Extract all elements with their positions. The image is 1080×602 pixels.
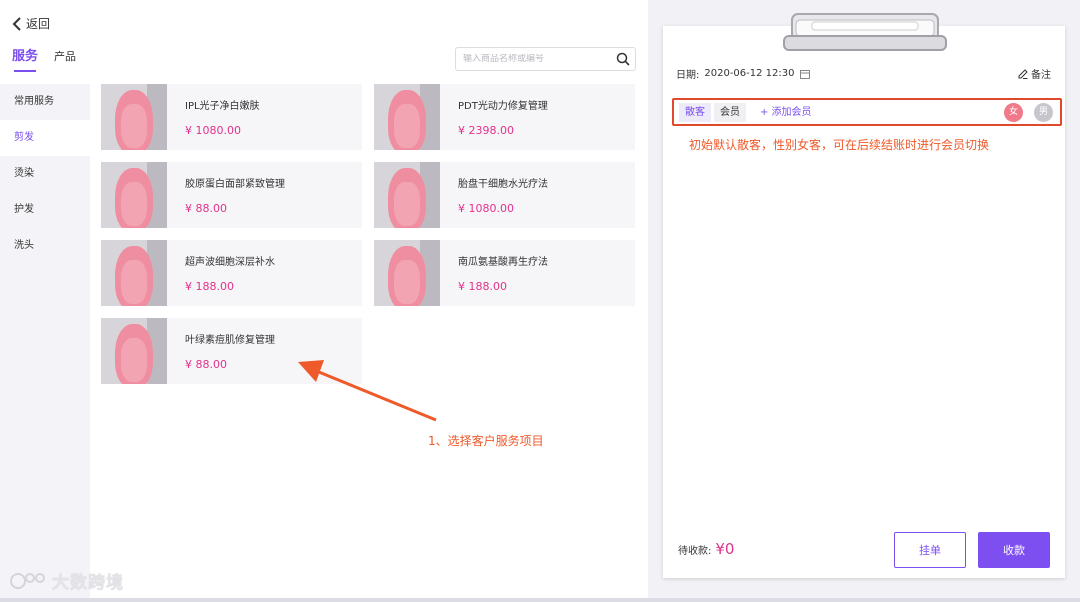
annotation-arrow-icon: [298, 360, 437, 422]
remark-label: 备注: [1031, 70, 1051, 81]
search-box: [455, 47, 636, 71]
remark-button[interactable]: 备注: [1018, 66, 1051, 81]
product-price: ¥ 2398.00: [458, 124, 514, 137]
sidebar-item-wash[interactable]: 洗头: [0, 228, 90, 264]
product-panel: 返回 服务 产品 常用服务 剪发 烫染 护发 洗头 IPL光子净白嫩肤 ¥ 108…: [0, 0, 648, 598]
back-button[interactable]: 返回: [12, 15, 50, 32]
product-card[interactable]: 胎盘干细胞水光疗法 ¥ 1080.00: [374, 162, 635, 228]
product-name: 叶绿素痘肌修复管理: [185, 335, 275, 346]
product-price: ¥ 188.00: [185, 280, 234, 293]
product-name: 超声波细胞深层补水: [185, 257, 275, 268]
date-label: 日期:: [676, 70, 700, 81]
sidebar-item-hair-care[interactable]: 护发: [0, 192, 90, 228]
tab-product[interactable]: 产品: [54, 48, 76, 72]
product-image: [374, 84, 440, 150]
product-name: 胎盘干细胞水光疗法: [458, 179, 548, 190]
product-name: PDT光动力修复管理: [458, 101, 548, 112]
product-name: IPL光子净白嫩肤: [185, 101, 260, 112]
chevron-left-icon: [12, 16, 21, 31]
product-image: [101, 84, 167, 150]
sidebar-item-common[interactable]: 常用服务: [0, 84, 90, 120]
product-image: [101, 318, 167, 384]
gender-male-toggle[interactable]: 男: [1034, 103, 1053, 122]
product-grid: IPL光子净白嫩肤 ¥ 1080.00 PDT光动力修复管理 ¥ 2398.00 胶…: [101, 84, 641, 384]
category-tabs: 服务 产品: [12, 45, 76, 72]
product-card[interactable]: 胶原蛋白面部紧致管理 ¥ 88.00: [101, 162, 362, 228]
step-annotation: 1、选择客户服务项目: [428, 434, 544, 448]
back-label: 返回: [26, 17, 51, 31]
search-input[interactable]: [463, 54, 613, 64]
watermark-logo-icon: [10, 572, 45, 589]
sidebar-item-perm-dye[interactable]: 烫染: [0, 156, 90, 192]
product-image: [101, 162, 167, 228]
customer-type-member[interactable]: 会员: [714, 103, 746, 122]
pending-payment: 待收款: ¥0: [678, 540, 734, 558]
customer-type-walkin[interactable]: 散客: [679, 103, 711, 122]
gender-female-toggle[interactable]: 女: [1004, 103, 1023, 122]
watermark-text: 大数跨境: [52, 573, 124, 593]
pending-label: 待收款:: [678, 546, 712, 557]
product-image: [101, 240, 167, 306]
hold-order-button[interactable]: 挂单: [894, 532, 966, 568]
product-price: ¥ 1080.00: [185, 124, 241, 137]
watermark: 大数跨境: [8, 568, 124, 593]
product-card[interactable]: PDT光动力修复管理 ¥ 2398.00: [374, 84, 635, 150]
add-member-button[interactable]: + 添加会员: [760, 103, 812, 122]
customer-annotation: 初始默认散客，性别女客，可在后续结账时进行会员切换: [689, 138, 990, 152]
calendar-icon[interactable]: [799, 69, 810, 79]
sidebar-item-haircut[interactable]: 剪发: [0, 120, 90, 156]
category-sidebar: 常用服务 剪发 烫染 护发 洗头: [0, 84, 90, 598]
customer-selector: 散客 会员 + 添加会员 女 男: [672, 98, 1062, 126]
product-card[interactable]: IPL光子净白嫩肤 ¥ 1080.00: [101, 84, 362, 150]
product-card[interactable]: 南瓜氨基酸再生疗法 ¥ 188.00: [374, 240, 635, 306]
tab-service[interactable]: 服务: [12, 45, 38, 72]
order-date[interactable]: 日期: 2020-06-12 12:30: [676, 66, 810, 81]
product-name: 南瓜氨基酸再生疗法: [458, 257, 548, 268]
product-card[interactable]: 超声波细胞深层补水 ¥ 188.00: [101, 240, 362, 306]
product-image: [374, 240, 440, 306]
product-price: ¥ 188.00: [458, 280, 507, 293]
date-value: 2020-06-12 12:30: [704, 68, 795, 79]
clipboard-clip-icon: [783, 13, 947, 51]
search-icon[interactable]: [616, 52, 630, 66]
pending-amount: ¥0: [715, 540, 735, 558]
collect-payment-button[interactable]: 收款: [978, 532, 1050, 568]
product-name: 胶原蛋白面部紧致管理: [185, 179, 285, 190]
product-price: ¥ 1080.00: [458, 202, 514, 215]
edit-icon: [1018, 68, 1028, 79]
product-price: ¥ 88.00: [185, 358, 227, 371]
product-image: [374, 162, 440, 228]
bottom-bar: [0, 598, 1080, 602]
product-price: ¥ 88.00: [185, 202, 227, 215]
